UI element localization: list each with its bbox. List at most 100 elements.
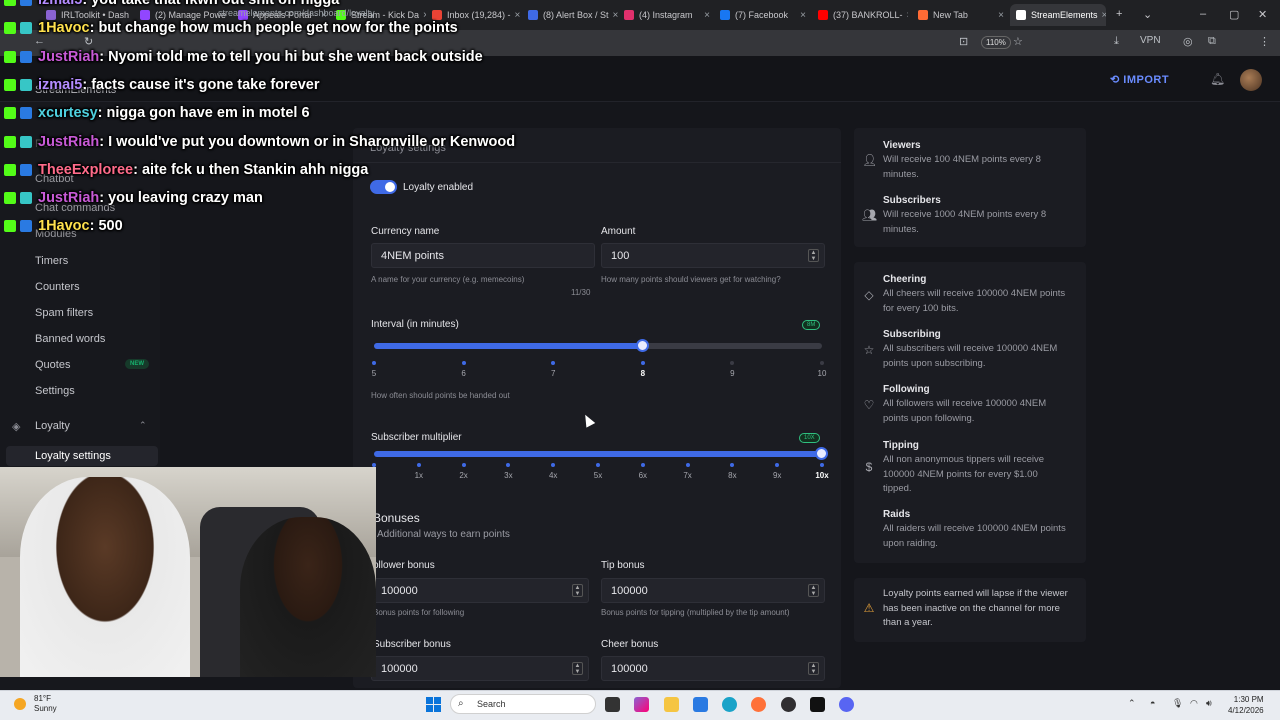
profile-icon[interactable]: ◎ (1183, 35, 1193, 48)
bookmark-star-icon[interactable]: ☆ (1013, 35, 1023, 48)
tray-chevron-icon[interactable]: ⌃ (1128, 698, 1136, 709)
slider-tick-label[interactable]: 9x (765, 471, 789, 480)
sidebar-item-loyalty-settings[interactable]: Loyalty settings (35, 450, 111, 462)
close-icon[interactable]: × (700, 10, 714, 21)
slider-tick-label[interactable]: 10 (810, 369, 834, 378)
slider-tick-label[interactable]: 7x (676, 471, 700, 480)
follower-bonus-hint: Bonus points for following (373, 608, 465, 617)
slider-tick-label[interactable]: 1x (407, 471, 431, 480)
chat-username: izmai5 (38, 0, 83, 8)
cheer-bonus-input[interactable]: 100000 ▲ ▼ (601, 656, 825, 681)
discord-icon[interactable] (839, 697, 854, 712)
browser-tab[interactable]: (8) Alert Box / St × (522, 4, 618, 26)
maximize-icon[interactable]: ▢ (1229, 8, 1239, 21)
slider-tick-label[interactable]: 5x (586, 471, 610, 480)
slider-tick-label[interactable]: 8 (631, 369, 655, 378)
new-tab-icon[interactable]: + (1116, 8, 1122, 20)
close-icon[interactable]: × (1098, 10, 1106, 21)
close-icon[interactable]: × (796, 10, 810, 21)
avatar[interactable] (1240, 69, 1262, 91)
weather-widget[interactable]: 81°F Sunny (34, 694, 57, 714)
zoom-level[interactable]: 110% (981, 36, 1011, 49)
sidebar-item-quotes[interactable]: Quotes (35, 359, 70, 371)
browser-tab-active[interactable]: StreamElements × (1010, 4, 1106, 26)
slider-tick-dot (461, 463, 466, 467)
sidebar-item-counters[interactable]: Counters (35, 281, 80, 293)
close-icon[interactable]: × (903, 10, 908, 21)
slider-tick-label[interactable]: 6x (631, 471, 655, 480)
tip-bonus-input[interactable]: 100000 ▲ ▼ (601, 578, 825, 603)
slider-tick-label[interactable]: 3x (496, 471, 520, 480)
sidebar-section-loyalty[interactable]: Loyalty (35, 420, 70, 432)
sidebar-item-spam-filters[interactable]: Spam filters (35, 307, 93, 319)
subscriber-bonus-input[interactable]: 100000 ▲ ▼ (371, 656, 589, 681)
terminal-icon[interactable] (810, 697, 825, 712)
obs-icon[interactable] (781, 697, 796, 712)
currency-name-label: Currency name (371, 226, 440, 237)
chat-badge-icon (20, 107, 32, 120)
taskbar-search[interactable]: Search (450, 694, 596, 714)
file-explorer-icon[interactable] (664, 697, 679, 712)
slider-tick-label[interactable]: 10x (810, 471, 834, 480)
download-icon[interactable]: ⤓ (1114, 35, 1119, 48)
follower-bonus-input[interactable]: 100000 ▲ ▼ (371, 578, 589, 603)
import-button[interactable]: ⟲ IMPORT (1110, 73, 1169, 86)
stepper-icon[interactable]: ▲ ▼ (572, 584, 583, 597)
windows-start-icon[interactable] (426, 697, 441, 712)
sidebar-item-timers[interactable]: Timers (35, 255, 68, 267)
browser-tab[interactable]: (37) BANKROLL-× (812, 4, 908, 26)
loyalty-enabled-toggle[interactable] (370, 180, 397, 194)
multiplier-slider-handle[interactable] (815, 447, 828, 460)
close-icon[interactable]: × (994, 10, 1008, 21)
browser-tab[interactable]: (7) Facebook × (714, 4, 810, 26)
minimize-icon[interactable]: – (1200, 8, 1206, 20)
edge-icon[interactable] (722, 697, 737, 712)
browser-tab[interactable]: New Tab × (912, 4, 1008, 26)
stepper-icon[interactable]: ▲ ▼ (808, 249, 819, 262)
store-icon[interactable] (693, 697, 708, 712)
slider-tick-label[interactable]: 2x (452, 471, 476, 480)
event-title: Raids (883, 509, 911, 520)
extensions-icon[interactable]: ⧉ (1208, 35, 1216, 48)
firefox-icon[interactable] (751, 697, 766, 712)
close-icon[interactable]: × (511, 10, 522, 21)
slider-tick-dot (640, 463, 645, 467)
kick-badge-icon (4, 163, 16, 176)
network-icon[interactable]: ◓ (1150, 698, 1155, 708)
slider-tick-label[interactable]: 7 (541, 369, 565, 378)
chat-message: JustRiah : Nyomi told me to tell you hi … (0, 45, 483, 69)
chat-username: JustRiah (38, 190, 100, 207)
sidebar-item-settings[interactable]: Settings (35, 385, 75, 397)
install-icon[interactable]: ⊡ (959, 35, 968, 48)
close-icon[interactable]: × (609, 10, 618, 21)
volume-icon[interactable]: 🔊︎ (1206, 698, 1212, 709)
slider-tick-label[interactable]: 8x (720, 471, 744, 480)
close-window-icon[interactable]: ✕ (1258, 8, 1267, 21)
chevron-up-icon[interactable]: ⌃ (139, 420, 147, 431)
sidebar-item-banned-words[interactable]: Banned words (35, 333, 105, 345)
slider-tick-label[interactable]: 9 (720, 369, 744, 378)
slider-tick-dot (685, 463, 690, 467)
vpn-label[interactable]: VPN (1140, 35, 1161, 46)
slider-tick-dot (596, 463, 600, 467)
app-icon[interactable] (634, 697, 649, 712)
stepper-icon[interactable]: ▲ ▼ (572, 662, 583, 675)
menu-icon[interactable]: ⋮ (1259, 35, 1270, 48)
stepper-icon[interactable]: ▲ ▼ (808, 662, 819, 675)
slider-tick-label[interactable]: 4x (541, 471, 565, 480)
amount-input[interactable]: 100 ▲ ▼ (601, 243, 825, 268)
wifi-icon[interactable]: ◠ (1190, 698, 1198, 709)
taskview-icon[interactable] (605, 697, 620, 712)
bell-icon[interactable]: 🔔︎ (1210, 72, 1225, 86)
event-title: Subscribing (883, 329, 941, 340)
currency-name-input[interactable]: 4NEM points (371, 243, 595, 268)
slider-tick-label[interactable]: 5 (362, 369, 386, 378)
chevron-down-icon[interactable]: ⌄ (1143, 8, 1152, 21)
taskbar-clock[interactable]: 1:30 PM 4/12/2026 (1228, 694, 1264, 716)
interval-slider-handle[interactable] (636, 339, 649, 352)
multiplier-slider-fill[interactable] (374, 451, 822, 457)
stepper-icon[interactable]: ▲ ▼ (808, 584, 819, 597)
microphone-icon[interactable]: 🎙︎ (1172, 698, 1183, 709)
slider-tick-label[interactable]: 6 (452, 369, 476, 378)
browser-tab[interactable]: (4) Instagram × (618, 4, 714, 26)
